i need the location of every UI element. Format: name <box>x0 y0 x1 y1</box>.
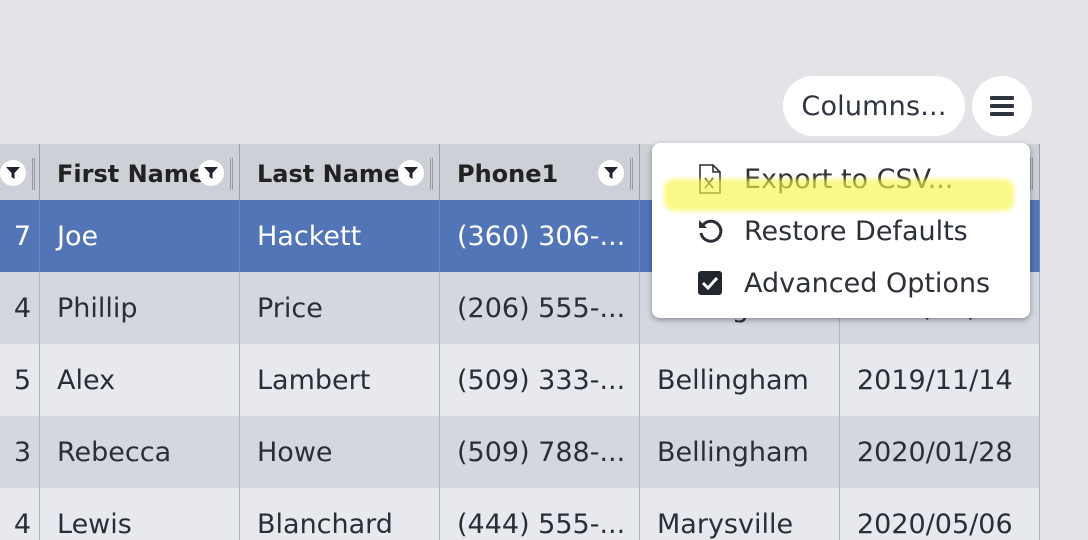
cell-first-name: Alex <box>40 344 240 416</box>
menu-item-advanced-options[interactable]: Advanced Options <box>652 257 1030 309</box>
cell-phone: (360) 306-... <box>440 200 640 272</box>
filter-icon[interactable] <box>0 160 26 186</box>
cell-first-name: Phillip <box>40 272 240 344</box>
cell-phone: (444) 555-... <box>440 488 640 540</box>
highlighter-mark <box>664 179 1014 211</box>
cell-last-name: Blanchard <box>240 488 440 540</box>
menu-item-restore-defaults[interactable]: Restore Defaults <box>652 205 1030 257</box>
menu-item-label: Advanced Options <box>744 267 991 299</box>
cell-id: 7 <box>0 200 40 272</box>
filter-icon[interactable] <box>598 160 624 186</box>
cell-first-name: Rebecca <box>40 416 240 488</box>
grid-options-menu: Export to CSV... Restore Defaults Advanc… <box>652 143 1030 318</box>
cell-last-name: Lambert <box>240 344 440 416</box>
cell-city: Marysville <box>640 488 840 540</box>
cell-id: 4 <box>0 272 40 344</box>
hamburger-icon <box>990 96 1014 116</box>
cell-id: 3 <box>0 416 40 488</box>
column-header-phone1[interactable]: Phone1 <box>440 144 640 200</box>
cell-date: 2020/05/06 <box>840 488 1040 540</box>
table-row[interactable]: 3 Rebecca Howe (509) 788-... Bellingham … <box>0 416 1040 488</box>
cell-date: 2019/11/14 <box>840 344 1040 416</box>
restore-icon <box>696 217 724 245</box>
cell-city: Bellingham <box>640 344 840 416</box>
columns-button-label: Columns... <box>801 90 947 122</box>
cell-phone: (206) 555-... <box>440 272 640 344</box>
cell-city: Bellingham <box>640 416 840 488</box>
cell-phone: (509) 333-... <box>440 344 640 416</box>
cell-first-name: Lewis <box>40 488 240 540</box>
table-row[interactable]: 4 Lewis Blanchard (444) 555-... Marysvil… <box>0 488 1040 540</box>
cell-date: 2020/01/28 <box>840 416 1040 488</box>
menu-item-label: Restore Defaults <box>744 215 968 247</box>
filter-icon[interactable] <box>398 160 424 186</box>
grid-view: Columns... First Name Last Name Phone1 7… <box>0 0 1088 540</box>
filter-icon[interactable] <box>198 160 224 186</box>
column-resize-handle[interactable] <box>32 158 35 190</box>
cell-first-name: Joe <box>40 200 240 272</box>
column-header-first-name[interactable]: First Name <box>40 144 240 200</box>
grid-menu-button[interactable] <box>972 76 1032 136</box>
table-row[interactable]: 5 Alex Lambert (509) 333-... Bellingham … <box>0 344 1040 416</box>
column-header-last-name[interactable]: Last Name <box>240 144 440 200</box>
checkbox-checked-icon[interactable] <box>696 269 724 297</box>
cell-last-name: Howe <box>240 416 440 488</box>
cell-last-name: Hackett <box>240 200 440 272</box>
columns-button[interactable]: Columns... <box>783 76 965 136</box>
column-resize-handle[interactable] <box>1030 158 1033 190</box>
cell-id: 5 <box>0 344 40 416</box>
cell-id: 4 <box>0 488 40 540</box>
column-resize-handle[interactable] <box>230 158 233 190</box>
column-header-id[interactable] <box>0 144 40 200</box>
column-resize-handle[interactable] <box>630 158 633 190</box>
cell-phone: (509) 788-... <box>440 416 640 488</box>
column-resize-handle[interactable] <box>430 158 433 190</box>
cell-last-name: Price <box>240 272 440 344</box>
